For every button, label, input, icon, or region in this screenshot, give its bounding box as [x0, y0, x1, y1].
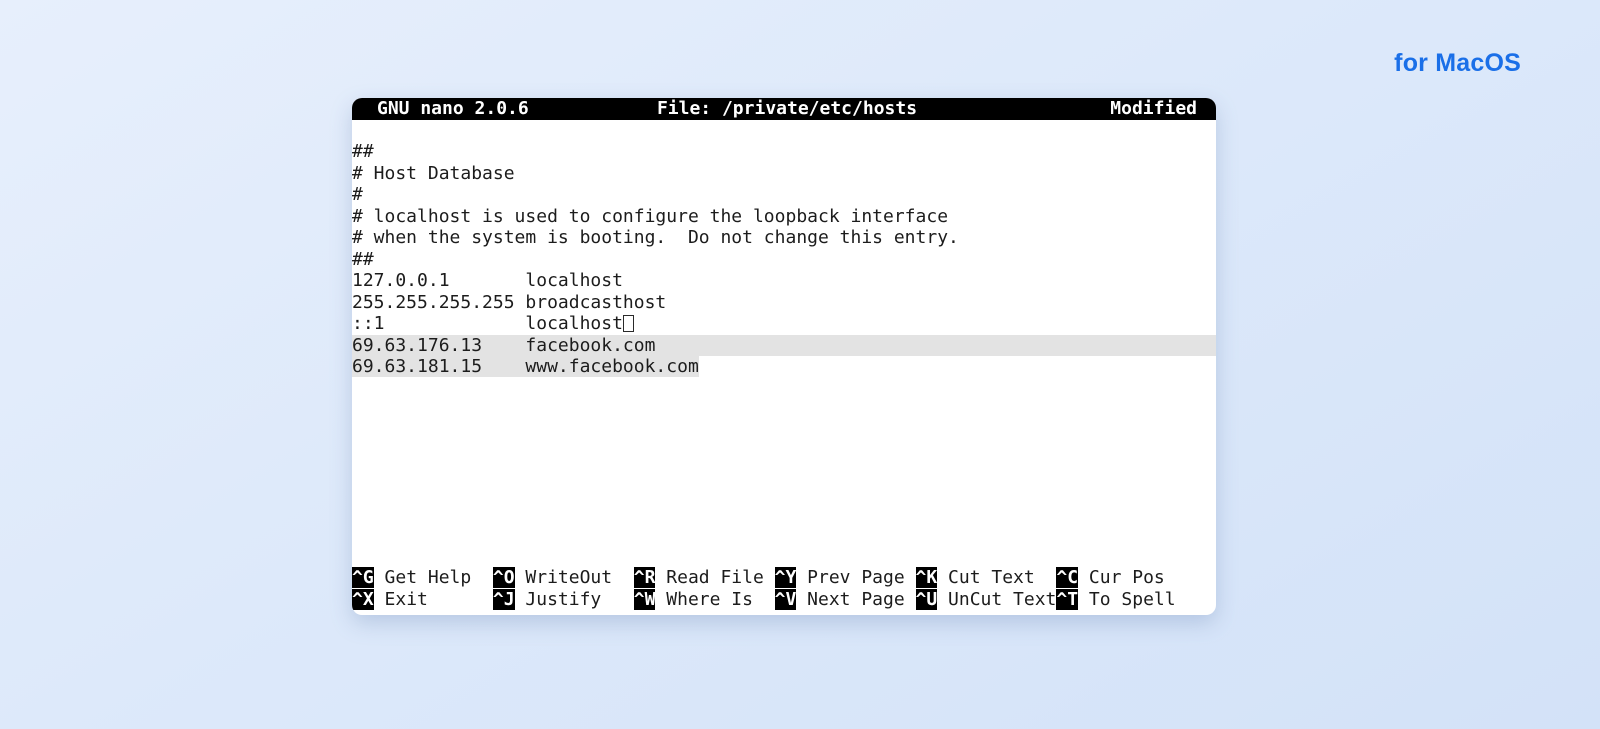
terminal-window[interactable]: GNU nano 2.0.6 File: /private/etc/hosts …: [352, 98, 1216, 615]
editor-line-text: # Host Database: [352, 163, 515, 184]
shortcut-key: ^V: [775, 589, 797, 610]
nano-titlebar: GNU nano 2.0.6 File: /private/etc/hosts …: [352, 98, 1216, 120]
shortcut-label: Prev Page: [796, 567, 904, 588]
editor-line-text: 127.0.0.1 localhost: [352, 270, 623, 291]
shortcut-label: Justify: [515, 589, 602, 610]
shortcut-key: ^R: [634, 567, 656, 588]
shortcut-label: Cut Text: [937, 567, 1035, 588]
editor-line-text: ::1 localhost: [352, 313, 623, 334]
editor-line[interactable]: 69.63.181.15 www.facebook.com: [352, 356, 1216, 378]
shortcut-label: Read File: [655, 567, 763, 588]
shortcut-key: ^O: [493, 567, 515, 588]
shortcut-item: ^C Cur Pos: [1056, 567, 1164, 589]
editor-line[interactable]: ::1 localhost: [352, 313, 1216, 335]
editor-line[interactable]: #: [352, 184, 1216, 206]
nano-title-file: File: /private/etc/hosts: [657, 98, 917, 120]
editor-line[interactable]: 127.0.0.1 localhost: [352, 270, 1216, 292]
shortcut-item: ^V Next Page: [775, 589, 916, 611]
shortcut-key: ^Y: [775, 567, 797, 588]
shortcut-row: ^G Get Help^O WriteOut^R Read File^Y Pre…: [352, 567, 1216, 589]
text-cursor: [623, 315, 634, 332]
editor-line-text: 255.255.255.255 broadcasthost: [352, 292, 666, 313]
editor-line[interactable]: # localhost is used to configure the loo…: [352, 206, 1216, 228]
shortcut-label: Exit: [374, 589, 428, 610]
shortcut-item: ^U UnCut Text: [916, 589, 1057, 611]
editor-content[interactable]: ### Host Database## localhost is used to…: [352, 120, 1216, 568]
shortcut-label: Get Help: [374, 567, 472, 588]
shortcut-item: ^T To Spell: [1056, 589, 1175, 611]
editor-line[interactable]: # when the system is booting. Do not cha…: [352, 227, 1216, 249]
watermark-label: for MacOS: [1394, 49, 1521, 78]
editor-line-text: # when the system is booting. Do not cha…: [352, 227, 959, 248]
editor-line-text: ##: [352, 141, 374, 162]
editor-line-text: 69.63.181.15 www.facebook.com: [352, 356, 699, 377]
shortcut-label: Cur Pos: [1078, 567, 1165, 588]
page-background: { "watermark": { "label": "for MacOS" },…: [0, 0, 1600, 729]
shortcut-item: ^R Read File: [634, 567, 775, 589]
shortcut-label: Where Is: [655, 589, 753, 610]
nano-title-app: GNU nano 2.0.6: [352, 98, 657, 120]
editor-line[interactable]: [352, 120, 1216, 142]
shortcut-bar: ^G Get Help^O WriteOut^R Read File^Y Pre…: [352, 567, 1216, 615]
shortcut-item: ^J Justify: [493, 589, 634, 611]
shortcut-key: ^T: [1056, 589, 1078, 610]
shortcut-item: ^W Where Is: [634, 589, 775, 611]
shortcut-key: ^K: [916, 567, 938, 588]
shortcut-item: ^Y Prev Page: [775, 567, 916, 589]
shortcut-key: ^W: [634, 589, 656, 610]
shortcut-key: ^J: [493, 589, 515, 610]
editor-line-text: 69.63.176.13 facebook.com: [352, 335, 655, 356]
editor-line-text: #: [352, 184, 363, 205]
nano-title-status: Modified: [917, 98, 1216, 120]
shortcut-key: ^U: [916, 589, 938, 610]
editor-line-text: # localhost is used to configure the loo…: [352, 206, 948, 227]
shortcut-row: ^X Exit^J Justify^W Where Is^V Next Page…: [352, 589, 1216, 611]
shortcut-key: ^C: [1056, 567, 1078, 588]
editor-line[interactable]: # Host Database: [352, 163, 1216, 185]
shortcut-key: ^G: [352, 567, 374, 588]
shortcut-item: ^K Cut Text: [916, 567, 1057, 589]
editor-line[interactable]: ##: [352, 249, 1216, 271]
editor-line-text: ##: [352, 249, 374, 270]
shortcut-key: ^X: [352, 589, 374, 610]
shortcut-item: ^G Get Help: [352, 567, 493, 589]
shortcut-label: To Spell: [1078, 589, 1176, 610]
editor-line[interactable]: ##: [352, 141, 1216, 163]
shortcut-label: Next Page: [796, 589, 904, 610]
editor-line[interactable]: 255.255.255.255 broadcasthost: [352, 292, 1216, 314]
shortcut-item: ^O WriteOut: [493, 567, 634, 589]
shortcut-label: WriteOut: [515, 567, 613, 588]
shortcut-item: ^X Exit: [352, 589, 493, 611]
editor-line[interactable]: 69.63.176.13 facebook.com: [352, 335, 1216, 357]
shortcut-label: UnCut Text: [937, 589, 1056, 610]
